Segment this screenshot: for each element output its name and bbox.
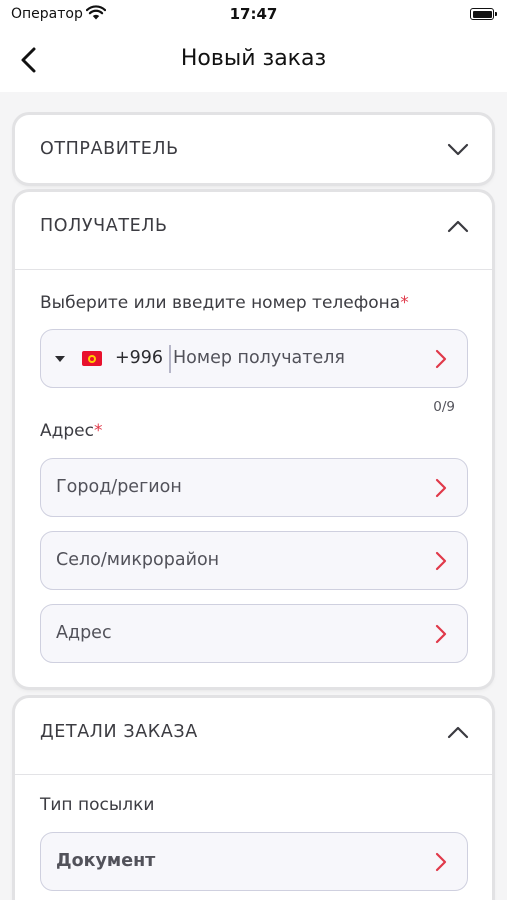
text-cursor: [169, 345, 171, 373]
street-address-placeholder: Адрес: [56, 623, 112, 643]
status-bar: Оператор 17:47: [0, 0, 507, 30]
recipient-section-header[interactable]: ПОЛУЧАТЕЛЬ: [15, 192, 492, 260]
sender-section-header[interactable]: ОТПРАВИТЕЛЬ: [15, 115, 492, 183]
city-region-placeholder: Город/регион: [56, 477, 182, 497]
chevron-down-icon: [447, 143, 469, 156]
phone-label-text: Выберите или введите номер телефона: [40, 293, 401, 313]
chevron-right-icon: [435, 551, 447, 571]
recipient-phone-field[interactable]: +996 Номер получателя: [40, 329, 468, 388]
clock: 17:47: [229, 5, 278, 23]
country-dropdown-caret-icon[interactable]: [55, 356, 65, 362]
recipient-section-title: ПОЛУЧАТЕЛЬ: [40, 216, 168, 236]
kyrgyzstan-flag-icon[interactable]: [82, 351, 102, 366]
phone-input-placeholder[interactable]: Номер получателя: [173, 348, 345, 368]
chevron-right-icon: [435, 478, 447, 498]
chevron-up-icon: [447, 220, 469, 233]
order-details-section-header[interactable]: ДЕТАЛИ ЗАКАЗА: [15, 698, 492, 766]
address-label-text: Адрес: [40, 421, 94, 441]
required-mark: *: [400, 293, 409, 313]
chevron-right-icon[interactable]: [434, 348, 448, 370]
page-title: Новый заказ: [180, 46, 327, 71]
chevron-up-icon: [447, 726, 469, 739]
section-divider: [15, 269, 492, 270]
sender-card: ОТПРАВИТЕЛЬ: [15, 115, 492, 183]
phone-char-counter: 0/9: [433, 399, 455, 415]
section-divider: [15, 774, 492, 775]
village-district-placeholder: Село/микрорайон: [56, 550, 220, 570]
battery-icon: [470, 8, 497, 20]
phone-country-code: +996: [115, 348, 164, 368]
parcel-type-label: Тип посылки: [40, 795, 155, 815]
required-mark: *: [93, 421, 103, 441]
parcel-type-value: Документ: [56, 851, 156, 871]
order-details-section-title: ДЕТАЛИ ЗАКАЗА: [40, 722, 198, 742]
nav-bar: Новый заказ: [0, 30, 507, 92]
chevron-right-icon: [435, 624, 447, 644]
sender-section-title: ОТПРАВИТЕЛЬ: [40, 139, 179, 159]
parcel-type-select[interactable]: Документ: [40, 832, 468, 891]
chevron-right-icon: [435, 852, 447, 872]
city-region-field[interactable]: Город/регион: [40, 458, 468, 517]
phone-label: Выберите или введите номер телефона*: [40, 293, 409, 313]
order-details-card: ДЕТАЛИ ЗАКАЗА Тип посылки Документ: [15, 698, 492, 900]
street-address-field[interactable]: Адрес: [40, 604, 468, 663]
village-district-field[interactable]: Село/микрорайон: [40, 531, 468, 590]
recipient-card: ПОЛУЧАТЕЛЬ Выберите или введите номер те…: [15, 192, 492, 687]
address-label: Адрес*: [40, 421, 102, 441]
